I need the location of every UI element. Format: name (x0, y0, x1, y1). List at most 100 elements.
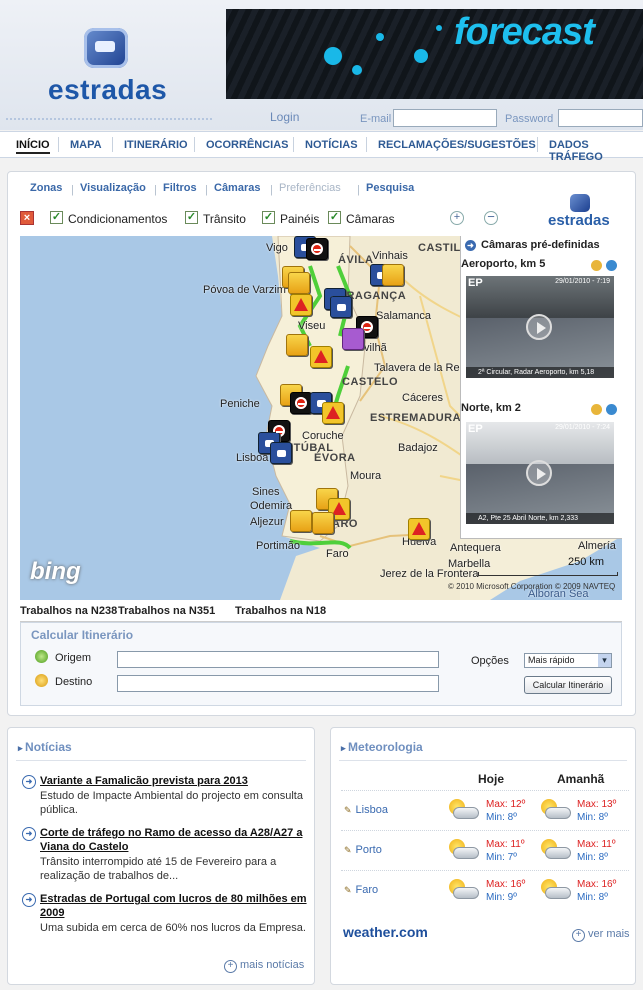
camera-refresh-icon[interactable] (606, 260, 617, 271)
site-logo[interactable]: estradas (44, 28, 194, 105)
news-summary: Estudo de Impacte Ambiental do projecto … (40, 790, 303, 816)
tab-pesquisa[interactable]: Pesquisa (366, 182, 414, 194)
password-field[interactable] (558, 109, 643, 127)
route-calculator: Calcular Itinerário Origem Destino Opçõe… (20, 622, 622, 706)
origin-label: Origem (55, 652, 92, 664)
nav-item-mapa[interactable]: MAPA (70, 139, 102, 151)
logo-mark-icon (570, 194, 590, 212)
map-camera-icon[interactable] (270, 442, 292, 464)
map-camera-icon[interactable] (330, 296, 352, 318)
options-select[interactable]: Mais rápido (524, 653, 612, 668)
checkbox-condicionamentos[interactable]: ✓ (50, 211, 63, 224)
partly-cloudy-icon (537, 799, 573, 823)
banner-dot-icon (352, 65, 362, 75)
map-panel: Zonas | Visualização | Filtros | Câmaras… (7, 171, 636, 716)
partly-cloudy-icon (537, 839, 573, 863)
news-summary: Uma subida em cerca de 60% nos lucros da… (40, 922, 306, 934)
email-field[interactable] (393, 109, 497, 127)
layer-label: Condicionamentos (68, 212, 168, 226)
checkbox-paineis[interactable]: ✓ (262, 211, 275, 224)
play-icon[interactable] (526, 460, 552, 486)
nav-item-dados-trafego[interactable]: DADOS TRÁFEGO (549, 139, 643, 163)
nav-item-ocorrencias[interactable]: OCORRÊNCIAS (206, 139, 289, 151)
map-copyright: © 2010 Microsoft Corporation © 2009 NAVT… (448, 582, 616, 591)
weather-city-link[interactable]: Faro (344, 884, 379, 896)
destination-field[interactable] (117, 675, 439, 692)
map-warning-icon[interactable] (290, 294, 312, 316)
news-title: Notícias (18, 740, 72, 754)
tab-visualizacao[interactable]: Visualização (80, 182, 146, 194)
map-town-label: Vinhais (372, 250, 408, 262)
more-news-link[interactable]: mais notícias (224, 959, 304, 973)
news-headline-link[interactable]: Estradas de Portugal com lucros de 80 mi… (22, 892, 308, 920)
weather-provider-logo[interactable]: weather.com (343, 924, 428, 940)
tab-camaras[interactable]: Câmaras (214, 182, 260, 194)
map-scale-bar (478, 572, 618, 576)
origin-pin-icon (35, 650, 48, 663)
forecast-banner[interactable]: forecast (226, 9, 643, 99)
banner-dot-icon (436, 25, 442, 31)
traffic-map[interactable]: CASTILLA CASTELO ESTREMADURA ÉVORA SETÚB… (20, 236, 622, 600)
nav-item-reclamacoes[interactable]: RECLAMAÇÕES/SUGESTÕES (378, 139, 536, 151)
map-town-label: Moura (350, 470, 382, 482)
ticker-item[interactable]: Trabalhos na N238 (20, 605, 117, 617)
destination-label: Destino (55, 676, 93, 688)
map-warning-icon[interactable] (408, 518, 430, 540)
camera-image[interactable]: EP 29/01/2010 - 7:19 2ª Circular, Radar … (466, 276, 614, 378)
map-closure-icon[interactable] (290, 392, 312, 414)
map-town-label: Salamanca (376, 310, 432, 322)
tab-zonas[interactable]: Zonas (30, 182, 62, 194)
play-icon[interactable] (526, 314, 552, 340)
nav-item-inicio[interactable]: INÍCIO (16, 139, 50, 154)
nav-item-noticias[interactable]: NOTÍCIAS (305, 139, 358, 151)
weather-title: Meteorologia (341, 740, 423, 754)
camera-panel: Câmaras pré-definidas Aeroporto, km 5 EP… (460, 236, 622, 539)
partly-cloudy-icon (445, 799, 481, 823)
weather-city-link[interactable]: Porto (344, 844, 382, 856)
map-scale-label: 250 km (568, 556, 605, 568)
map-town-label: Póvoa de Varzim (203, 284, 286, 296)
layer-label: Trânsito (203, 212, 246, 226)
ticker-item[interactable]: Trabalhos na N18 (235, 605, 326, 617)
map-mountain-pass-icon[interactable] (342, 328, 364, 350)
map-town-label: Odemira (250, 500, 293, 512)
camera-image[interactable]: EP 29/01/2010 - 7:24 A2, Pte 25 Abril No… (466, 422, 614, 524)
map-roadwork-icon[interactable] (312, 512, 334, 534)
weather-row: Faro Max: 16º Min: 9º Max: 16º Min: 8º (341, 870, 629, 910)
layer-label: Painéis (280, 212, 320, 226)
map-roadwork-icon[interactable] (286, 334, 308, 356)
camera-info-icon[interactable] (591, 404, 602, 415)
map-region-label: ESTREMADURA (370, 412, 462, 424)
zoom-in-icon[interactable]: + (450, 211, 464, 225)
weather-row: Lisboa Max: 12º Min: 8º Max: 13º Min: 8º (341, 790, 629, 830)
tab-preferencias: Preferências (279, 182, 341, 194)
camera-info-icon[interactable] (591, 260, 602, 271)
more-weather-link[interactable]: ver mais (572, 928, 630, 942)
map-tabs: Zonas | Visualização | Filtros | Câmaras… (30, 182, 415, 196)
tab-filtros[interactable]: Filtros (163, 182, 197, 194)
map-roadwork-icon[interactable] (288, 272, 310, 294)
weather-city-link[interactable]: Lisboa (344, 804, 388, 816)
email-label: E-mail (360, 113, 392, 125)
zoom-out-icon[interactable]: − (484, 210, 498, 225)
checkbox-transito[interactable]: ✓ (185, 211, 198, 224)
map-closure-icon[interactable] (306, 238, 328, 260)
nav-item-itinerario[interactable]: ITINERÁRIO (124, 139, 188, 151)
camera-title: Aeroporto, km 5 (461, 258, 546, 270)
map-town-label: Antequera (450, 542, 501, 554)
origin-field[interactable] (117, 651, 439, 668)
news-headline-link[interactable]: Variante a Famalicão prevista para 2013 (22, 774, 308, 789)
map-roadwork-icon[interactable] (290, 510, 312, 532)
clear-layers-icon[interactable]: × (20, 211, 34, 225)
camera-refresh-icon[interactable] (606, 404, 617, 415)
camera-panel-header[interactable]: Câmaras pré-definidas (465, 239, 600, 251)
partly-cloudy-icon (445, 839, 481, 863)
weather-row: Porto Max: 11º Min: 7º Max: 11º Min: 8º (341, 830, 629, 870)
calculate-route-button[interactable]: Calcular Itinerário (524, 676, 612, 694)
checkbox-camaras[interactable]: ✓ (328, 211, 341, 224)
map-warning-icon[interactable] (310, 346, 332, 368)
map-warning-icon[interactable] (322, 402, 344, 424)
news-headline-link[interactable]: Corte de tráfego no Ramo de acesso da A2… (22, 826, 308, 854)
ticker-item[interactable]: Trabalhos na N351 (118, 605, 215, 617)
map-roadwork-icon[interactable] (382, 264, 404, 286)
